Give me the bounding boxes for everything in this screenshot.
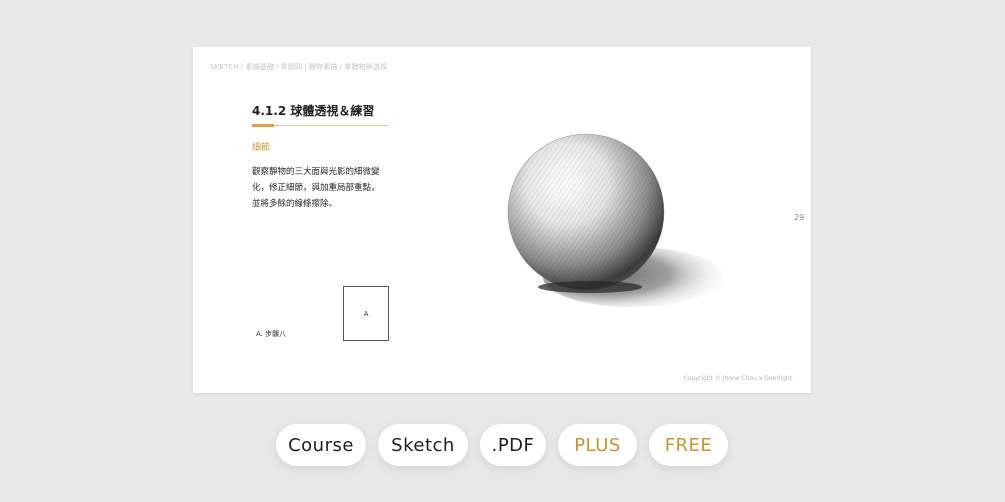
breadcrumb-item[interactable]: 章節四 bbox=[281, 62, 303, 72]
sphere-sketch-image bbox=[507, 133, 723, 307]
section-title: 4.1.2 球體透視＆練習 bbox=[252, 104, 375, 118]
free-button[interactable]: FREE bbox=[649, 424, 728, 466]
step-label: A. 步驟八 bbox=[256, 330, 287, 338]
body-line: 並將多餘的線條擦除。 bbox=[252, 199, 338, 209]
breadcrumb-item[interactable]: 單靜物與透視 bbox=[344, 62, 387, 72]
body-text: 觀察靜物的三大面與光影的細微變 化，修正細節，與加重局部重點， 並將多餘的線條擦… bbox=[252, 164, 397, 212]
tag-button-row: Course Sketch .PDF PLUS FREE bbox=[0, 424, 1005, 466]
page-number: 29 bbox=[794, 213, 805, 222]
slide-page: SKETCH | 素描基礎 / 章節四 | 靜物素描 / 單靜物與透視 4.1.2 球體透視＆練… bbox=[193, 47, 811, 393]
thumbnail-label: A bbox=[363, 309, 369, 318]
breadcrumb-item[interactable]: 素描基礎 bbox=[245, 62, 274, 72]
breadcrumb: SKETCH | 素描基礎 / 章節四 | 靜物素描 / 單靜物與透視 bbox=[210, 62, 387, 72]
breadcrumb-separator: | bbox=[304, 63, 307, 71]
copyright-text: Copyright © Jhone Chou x Deerlight. bbox=[683, 375, 794, 382]
title-underline-accent bbox=[252, 124, 274, 127]
body-line: 觀察靜物的三大面與光影的細微變 bbox=[252, 167, 380, 177]
breadcrumb-item[interactable]: SKETCH bbox=[210, 63, 239, 71]
subheading: 細節 bbox=[252, 143, 271, 153]
body-line: 化，修正細節，與加重局部重點， bbox=[252, 183, 380, 193]
course-button[interactable]: Course bbox=[276, 424, 366, 466]
breadcrumb-separator: | bbox=[240, 63, 244, 71]
breadcrumb-separator: / bbox=[276, 63, 279, 71]
pdf-button[interactable]: .PDF bbox=[480, 424, 546, 466]
sketch-button[interactable]: Sketch bbox=[378, 424, 468, 466]
breadcrumb-separator: / bbox=[339, 63, 343, 71]
step-thumbnail[interactable]: A bbox=[343, 286, 389, 341]
plus-button[interactable]: PLUS bbox=[558, 424, 637, 466]
breadcrumb-item[interactable]: 靜物素描 bbox=[309, 62, 338, 72]
